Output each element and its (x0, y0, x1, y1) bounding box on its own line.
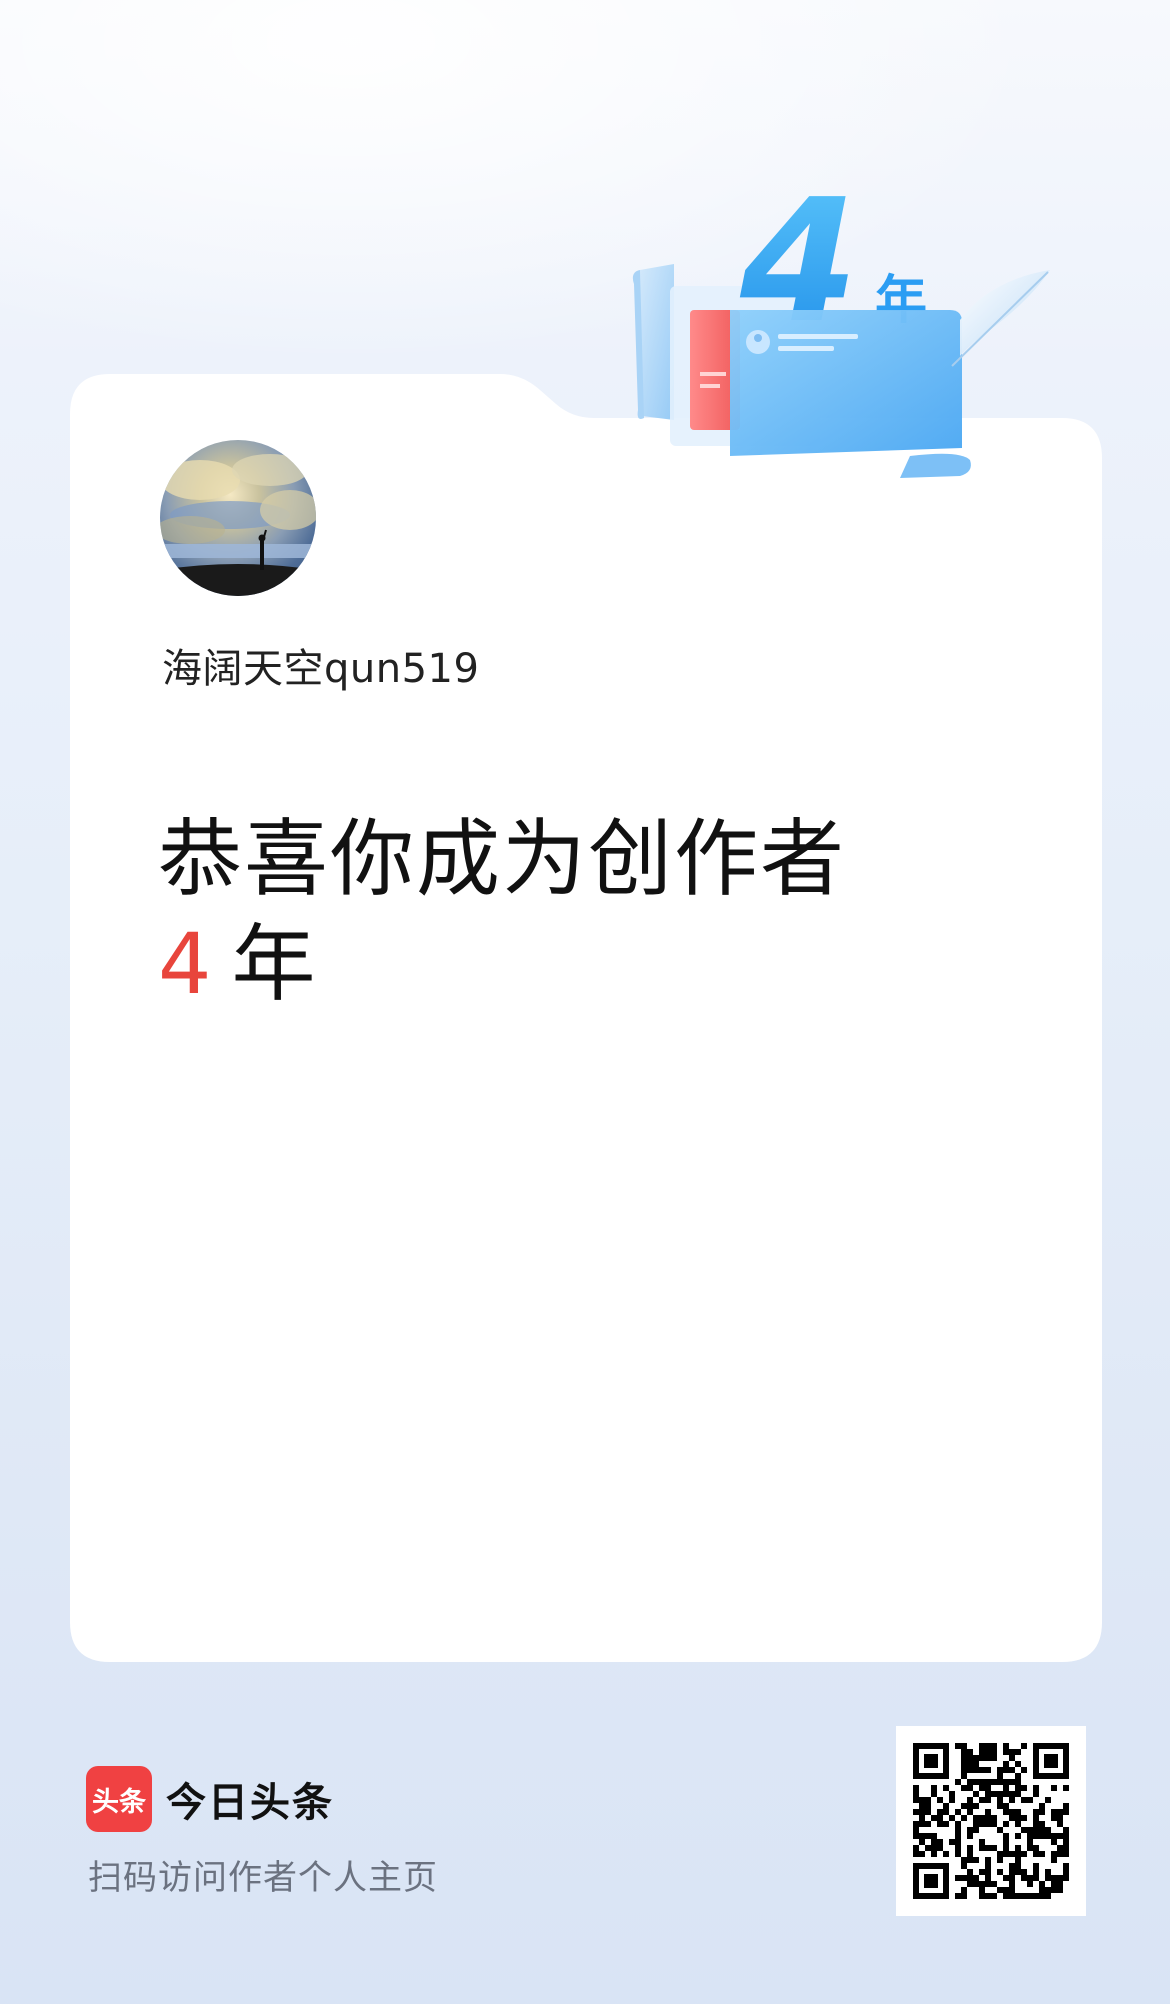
years-number: 4 (158, 915, 212, 1013)
author-avatar[interactable] (160, 440, 316, 596)
years-unit: 年 (231, 915, 316, 1013)
anniversary-badge-icon: 4 年 (630, 160, 1070, 500)
toutiao-brand: 头条 今日头条 (86, 1766, 334, 1832)
congrats-headline: 恭喜你成为创作者 (158, 810, 847, 908)
avatar-photo-icon (160, 454, 316, 596)
app-name: 今日头条 (166, 1780, 334, 1826)
scan-caption: 扫码访问作者个人主页 (88, 1858, 438, 1898)
years-count: 4年 (158, 922, 315, 1006)
author-name[interactable]: 海阔天空qun519 (162, 636, 479, 694)
qr-code-icon (913, 1743, 1069, 1899)
toutiao-logo-icon: 头条 (86, 1766, 152, 1832)
qr-code[interactable] (896, 1726, 1086, 1916)
certificate-card: 海阔天空qun519 恭喜你成为创作者 4年 (70, 374, 1102, 1662)
